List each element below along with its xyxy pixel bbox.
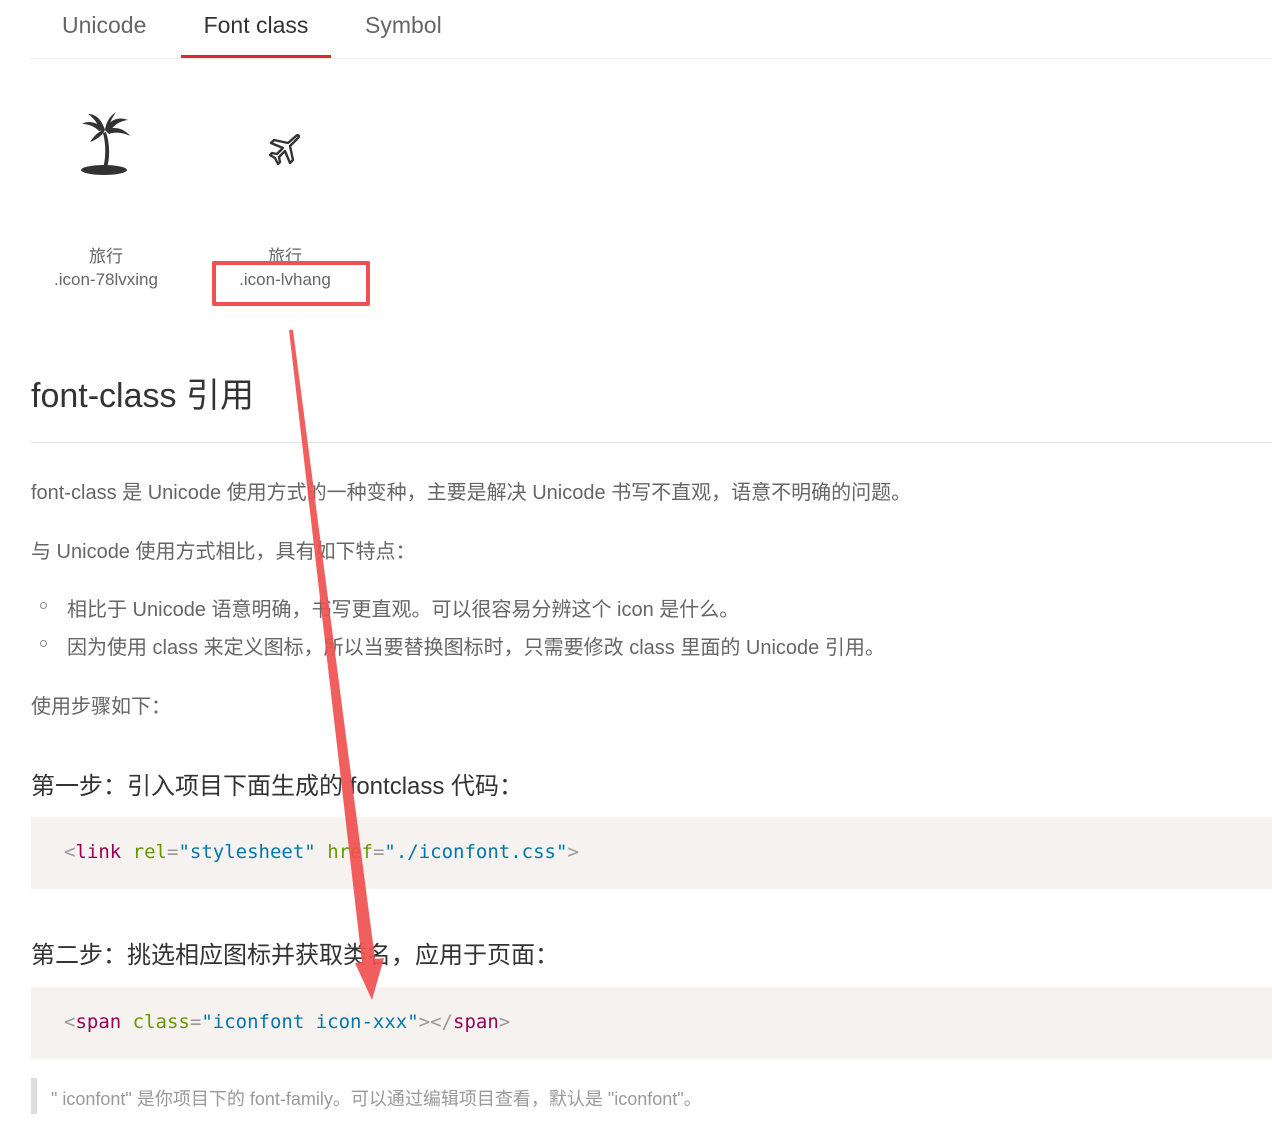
code-attr: rel — [132, 841, 167, 863]
step-one-heading: 第一步：引入项目下面生成的 fontclass 代码： — [31, 773, 524, 800]
intro-paragraph: font-class 是 Unicode 使用方式的一种变种，主要是解决 Uni… — [31, 482, 912, 504]
steps-intro: 使用步骤如下： — [31, 696, 171, 718]
feature-item: 相比于 Unicode 语意明确，书写更直观。可以很容易分辨这个 icon 是什… — [67, 599, 740, 621]
tab-font-class[interactable]: Font class — [181, 12, 331, 39]
code-tag: span — [453, 1011, 499, 1033]
active-tab-indicator — [181, 55, 331, 58]
section-title: font-class 引用 — [31, 377, 254, 415]
icon-card-78lvxing[interactable]: 旅行 .icon-78lvxing — [31, 110, 181, 300]
icon-name: 旅行 — [89, 247, 123, 266]
code-punct: = — [189, 1011, 202, 1033]
annotation-highlight-box — [212, 261, 370, 306]
bullet-icon — [40, 602, 47, 609]
step-two-heading: 第二步：挑选相应图标并获取类名，应用于页面： — [31, 942, 559, 969]
blockquote-bar — [31, 1078, 37, 1114]
code-punct: = — [167, 841, 179, 863]
code-value: "./iconfont.css" — [384, 841, 568, 863]
blockquote-note: " iconfont" 是你项目下的 font-family。可以通过编辑项目查… — [31, 1078, 1272, 1114]
code-punct: ></ — [418, 1011, 453, 1033]
tab-unicode[interactable]: Unicode — [62, 12, 146, 39]
code-block-link: <link rel="stylesheet" href="./iconfont.… — [31, 817, 1272, 889]
tab-symbol[interactable]: Symbol — [365, 12, 442, 39]
note-text: " iconfont" 是你项目下的 font-family。可以通过编辑项目查… — [51, 1089, 702, 1109]
code-value: "iconfont icon-xxx" — [201, 1011, 419, 1033]
code-punct: > — [567, 841, 579, 863]
code-punct: > — [498, 1011, 511, 1033]
code-tag: link — [75, 841, 122, 863]
compare-paragraph: 与 Unicode 使用方式相比，具有如下特点： — [31, 541, 416, 563]
code-attr: class — [132, 1011, 190, 1033]
airplane-icon — [268, 133, 301, 166]
code-tag: span — [75, 1011, 122, 1033]
code-punct: = — [372, 841, 385, 863]
code-value: "stylesheet" — [178, 841, 316, 863]
bullet-icon — [40, 640, 47, 647]
code-block-span: <span class="iconfont icon-xxx"></span> — [31, 987, 1272, 1059]
divider — [31, 442, 1272, 443]
palm-tree-island-icon — [81, 112, 130, 175]
icon-class-name: .icon-78lvxing — [54, 270, 158, 289]
code-attr: href — [327, 841, 373, 863]
code-punct: < — [64, 1011, 76, 1033]
tab-bar: Unicode Font class Symbol — [31, 0, 1272, 59]
feature-item: 因为使用 class 来定义图标，所以当要替换图标时，只需要修改 class 里… — [67, 637, 885, 659]
code-punct: < — [64, 841, 76, 863]
